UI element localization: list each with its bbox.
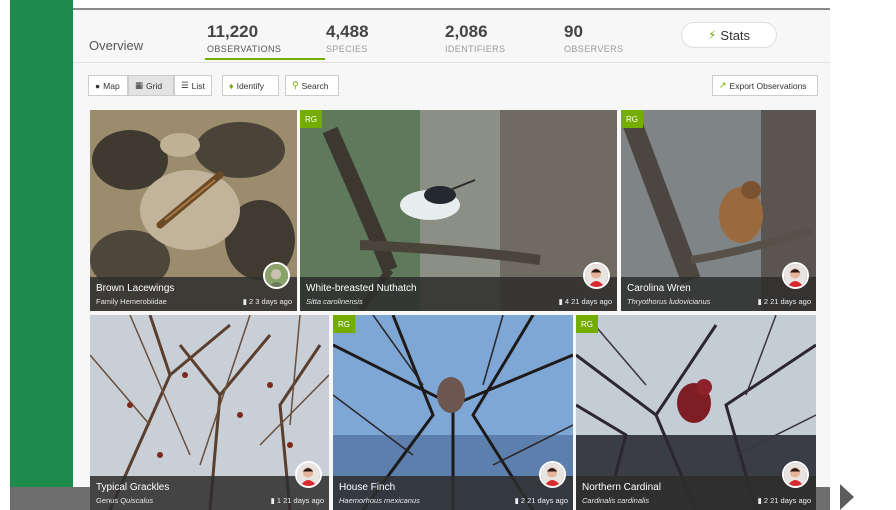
common-name[interactable]: Carolina Wren [627,283,691,294]
common-name[interactable]: Typical Grackles [96,482,169,493]
common-name[interactable]: House Finch [339,482,395,493]
identification-icon: ▮ [757,496,762,505]
identification-icon: ▮ [242,297,247,306]
grid-icon: ▦ [135,80,144,90]
stat-observers-label: OBSERVERS [564,44,624,54]
identification-count: 2 [520,496,526,505]
identification-count: 2 [763,496,769,505]
map-view-label: Map [103,80,120,91]
research-grade-badge: RG [576,315,598,333]
search-icon: ⚲ [292,80,299,90]
research-grade-badge: RG [333,315,355,333]
common-name[interactable]: Brown Lacewings [96,283,174,294]
observation-card[interactable]: RG Northern Cardinal Cardinalis cardinal… [576,315,816,510]
observation-meta: ▮ 2 21 days ago [515,496,568,505]
export-label: Export Observations [729,80,807,91]
observation-caption: White-breasted Nuthatch Sitta carolinens… [300,277,617,311]
identification-icon: ▮ [270,496,275,505]
research-grade-badge: RG [621,110,643,128]
observation-card[interactable]: RG White-breasted Nuthatch Sitta carolin… [300,110,617,311]
scientific-name: Genus Quiscalus [96,496,154,505]
search-label: Search [301,80,329,91]
grid-view-label: Grid [146,80,163,91]
user-avatar[interactable] [583,262,610,289]
observations-panel: Overview 11,220 OBSERVATIONS 4,488 SPECI… [73,10,830,510]
genus-name: Quiscalus [120,496,154,505]
observation-meta: ▮ 2 21 days ago [758,297,811,306]
identification-count: 2 [763,297,769,306]
observation-meta: ▮ 2 21 days ago [758,496,811,505]
list-icon: ☰ [181,80,189,90]
active-tab-underline [205,58,325,60]
scientific-name: Family Hemerobiidae [96,297,167,306]
observation-caption: Typical Grackles Genus Quiscalus ▮ 1 21 … [90,476,329,510]
scientific-name: Cardinalis cardinalis [582,496,650,505]
grid-view-button[interactable]: ▦ Grid [128,75,174,96]
stat-observers[interactable]: 90 OBSERVERS [564,22,623,54]
stat-identifiers[interactable]: 2,086 IDENTIFIERS [445,22,505,54]
stats-button[interactable]: ⚡ Stats [681,22,777,48]
stat-observers-value: 90 [564,22,583,41]
stat-observations[interactable]: 11,220 OBSERVATIONS [207,22,281,54]
map-view-button[interactable]: ● Map [88,75,128,96]
observation-meta: ▮ 4 21 days ago [559,297,612,306]
slider-track-right [816,487,830,510]
next-arrow-icon[interactable] [840,484,854,510]
observation-card[interactable]: Typical Grackles Genus Quiscalus ▮ 1 21 … [90,315,329,510]
user-avatar[interactable] [782,461,809,488]
overview-tab[interactable]: Overview [89,38,143,53]
user-avatar[interactable] [295,461,322,488]
identification-count: 1 [276,496,282,505]
external-link-icon: ↗ [719,80,727,90]
scientific-name: Thryothorus ludovicianus [627,297,711,306]
identification-icon: ▮ [558,297,563,306]
stat-observations-value: 11,220 [207,22,259,41]
scientific-name: Haemorhous mexicanus [339,496,420,505]
observation-meta: ▮ 2 3 days ago [243,297,292,306]
identification-count: 4 [564,297,570,306]
observed-date: 21 days ago [527,496,568,505]
export-observations-button[interactable]: ↗ Export Observations [712,75,818,96]
stat-observations-label: OBSERVATIONS [207,44,282,54]
common-name[interactable]: White-breasted Nuthatch [306,283,417,294]
identification-count: 2 [249,297,254,306]
observation-caption: House Finch Haemorhous mexicanus ▮ 2 21 … [333,476,573,510]
slider-track-left [10,487,90,510]
left-green-sidebar [10,0,73,510]
search-button[interactable]: ⚲ Search [285,75,339,96]
research-grade-badge: RG [300,110,322,128]
observed-date: 21 days ago [571,297,612,306]
user-avatar[interactable] [263,262,290,289]
stats-button-label: Stats [720,27,751,43]
stat-identifiers-label: IDENTIFIERS [445,44,506,54]
stat-species[interactable]: 4,488 SPECIES [326,22,369,54]
user-avatar[interactable] [539,461,566,488]
observation-meta: ▮ 1 21 days ago [271,496,324,505]
observed-date: 21 days ago [770,496,811,505]
stat-species-value: 4,488 [326,22,369,41]
observation-caption: Northern Cardinal Cardinalis cardinalis … [576,476,816,510]
scientific-name: Sitta carolinensis [306,297,363,306]
list-view-label: List [191,80,205,91]
observed-date: 21 days ago [283,496,324,505]
observed-date: 21 days ago [770,297,811,306]
observation-card[interactable]: RG Carolina Wren Thryothorus ludovicianu… [621,110,816,311]
stat-identifiers-value: 2,086 [445,22,488,41]
observation-card[interactable]: RG House Finch Haemorhous mexicanus ▮ 2 … [333,315,573,510]
observed-date: 3 days ago [255,297,292,306]
header-divider [73,62,830,63]
identification-icon: ▮ [514,496,519,505]
identify-label: Identify [236,80,264,91]
identify-button[interactable]: ♦ Identify [222,75,279,96]
identification-icon: ▮ [757,297,762,306]
user-avatar[interactable] [782,262,809,289]
map-marker-icon: ● [95,80,101,91]
common-name[interactable]: Northern Cardinal [582,482,661,493]
bolt-icon: ⚡ [707,28,717,42]
observation-card[interactable]: Brown Lacewings Family Hemerobiidae ▮ 2 … [90,110,297,311]
stat-species-label: SPECIES [326,44,368,54]
list-view-button[interactable]: ☰ List [174,75,212,96]
shield-icon: ♦ [229,80,234,91]
